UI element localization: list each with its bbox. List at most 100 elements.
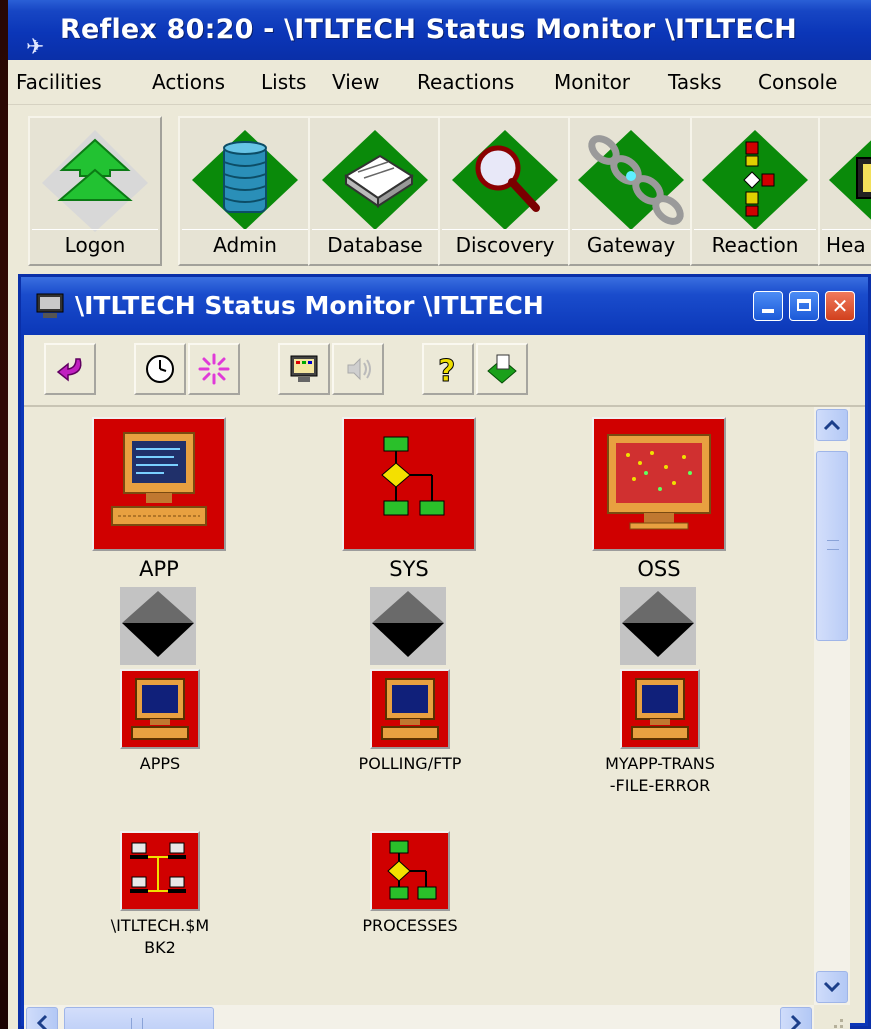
database-label: Database (312, 229, 438, 260)
node-sys[interactable] (342, 417, 476, 551)
flowchart-icon (387, 840, 437, 900)
book-icon (322, 130, 428, 230)
back-button[interactable] (44, 343, 96, 395)
vertical-scroll-thumb[interactable] (816, 451, 848, 641)
computer-icon (131, 678, 189, 740)
clock-button[interactable] (134, 343, 186, 395)
application-window: ✈ Reflex 80:20 - \ITLTECH Status Monitor… (8, 0, 871, 1029)
node-polling-ftp-label: POLLING/FTP (358, 754, 462, 773)
help-button[interactable]: ? (422, 343, 474, 395)
menu-lists[interactable]: Lists (261, 70, 306, 94)
display-monitor-icon (607, 434, 711, 530)
discovery-button[interactable]: Discovery (438, 116, 572, 266)
grip-icon (131, 1018, 143, 1029)
health-button[interactable]: Hea (818, 116, 871, 266)
app-title: Reflex 80:20 - \ITLTECH Status Monitor \… (60, 14, 797, 45)
grip-icon (827, 540, 839, 550)
menu-facilities[interactable]: Facilities (16, 70, 102, 94)
close-icon: ✕ (831, 294, 849, 318)
health-label: Hea (822, 229, 871, 260)
node-processes-label: PROCESSES (362, 916, 458, 935)
chevron-down-icon (823, 981, 841, 993)
admin-label: Admin (182, 229, 308, 260)
scroll-right-button[interactable] (780, 1007, 812, 1029)
scroll-down-button[interactable] (816, 971, 848, 1003)
export-icon (487, 354, 517, 384)
menu-reactions[interactable]: Reactions (417, 70, 514, 94)
resize-grip-icon (834, 1019, 843, 1028)
help-icon: ? (438, 354, 456, 386)
reaction-label: Reaction (694, 229, 816, 260)
close-button[interactable]: ✕ (825, 291, 855, 321)
reaction-button[interactable]: Reaction (690, 116, 820, 266)
gateway-label: Gateway (572, 229, 690, 260)
back-icon (56, 358, 82, 382)
refresh-burst-button[interactable] (188, 343, 240, 395)
svg-text:?: ? (438, 354, 455, 385)
horizontal-scrollbar[interactable] (24, 1005, 814, 1029)
chevron-right-icon (790, 1014, 802, 1029)
expand-arrow-oss[interactable] (620, 587, 696, 665)
menu-monitor[interactable]: Monitor (554, 70, 630, 94)
node-app[interactable] (92, 417, 226, 551)
status-monitor-body: ? APP SYS OSS APPS POLLING/FTP MYAPP-TRA… (24, 335, 865, 1029)
node-itltech-mbk2-label: \ITLTECH.$M BK2 (110, 916, 210, 957)
node-polling-ftp[interactable] (370, 669, 450, 749)
scroll-up-button[interactable] (816, 409, 848, 441)
node-app-label: APP (139, 557, 179, 581)
flowchart-icon (381, 436, 445, 516)
resize-grip[interactable] (814, 1005, 850, 1029)
app-titlebar: ✈ Reflex 80:20 - \ITLTECH Status Monitor… (8, 0, 871, 60)
expand-arrow-sys[interactable] (370, 587, 446, 665)
flowchart-icon (702, 130, 808, 230)
status-monitor-window: \ITLTECH Status Monitor \ITLTECH ✕ ? APP… (18, 274, 871, 1029)
chevron-up-icon (823, 419, 841, 431)
scroll-left-button[interactable] (26, 1007, 58, 1029)
node-sys-label: SYS (389, 557, 429, 581)
monitor-icon (829, 140, 871, 220)
monitor-view-button[interactable] (278, 343, 330, 395)
node-processes[interactable] (370, 831, 450, 911)
menu-actions[interactable]: Actions (152, 70, 225, 94)
chevron-down-icon (122, 591, 194, 657)
monitor-icon (290, 355, 318, 382)
status-canvas: APP SYS OSS APPS POLLING/FTP MYAPP-TRANS… (24, 407, 814, 1007)
vertical-scrollbar[interactable] (814, 407, 850, 1005)
node-myapp-trans-file-error[interactable] (620, 669, 700, 749)
maximize-button[interactable] (789, 291, 819, 321)
menu-console[interactable]: Console (758, 70, 837, 94)
main-toolbar: Logon Admin Database Discovery Gateway R… (8, 108, 871, 268)
horizontal-scroll-thumb[interactable] (64, 1007, 214, 1029)
node-oss[interactable] (592, 417, 726, 551)
status-monitor-titlebar[interactable]: \ITLTECH Status Monitor \ITLTECH ✕ (21, 277, 868, 335)
minimize-button[interactable] (753, 291, 783, 321)
sound-button[interactable] (332, 343, 384, 395)
expand-arrow-app[interactable] (120, 587, 196, 665)
export-button[interactable] (476, 343, 528, 395)
gateway-button[interactable]: Gateway (568, 116, 694, 266)
database-stack-icon (192, 130, 298, 230)
status-monitor-title: \ITLTECH Status Monitor \ITLTECH (75, 291, 544, 320)
database-button[interactable]: Database (308, 116, 442, 266)
speaker-icon (347, 357, 371, 381)
logon-button[interactable]: Logon (28, 116, 162, 266)
node-itltech-mbk2[interactable] (120, 831, 200, 911)
clock-icon (146, 355, 174, 383)
node-oss-label: OSS (637, 557, 681, 581)
computer-icon (381, 678, 439, 740)
menu-tasks[interactable]: Tasks (668, 70, 722, 94)
node-apps-label: APPS (139, 754, 181, 773)
network-icon (130, 842, 186, 893)
chain-icon (578, 130, 684, 230)
discovery-label: Discovery (442, 229, 568, 260)
admin-button[interactable]: Admin (178, 116, 312, 266)
minimize-icon (762, 309, 774, 313)
maximize-icon (797, 299, 811, 311)
computer-icon (631, 678, 689, 740)
computer-terminal-icon (111, 432, 207, 526)
monitor-icon (36, 293, 64, 318)
node-apps[interactable] (120, 669, 200, 749)
menu-view[interactable]: View (332, 70, 379, 94)
chevron-down-icon (372, 591, 444, 657)
menubar: Facilities Actions Lists View Reactions … (8, 60, 871, 105)
